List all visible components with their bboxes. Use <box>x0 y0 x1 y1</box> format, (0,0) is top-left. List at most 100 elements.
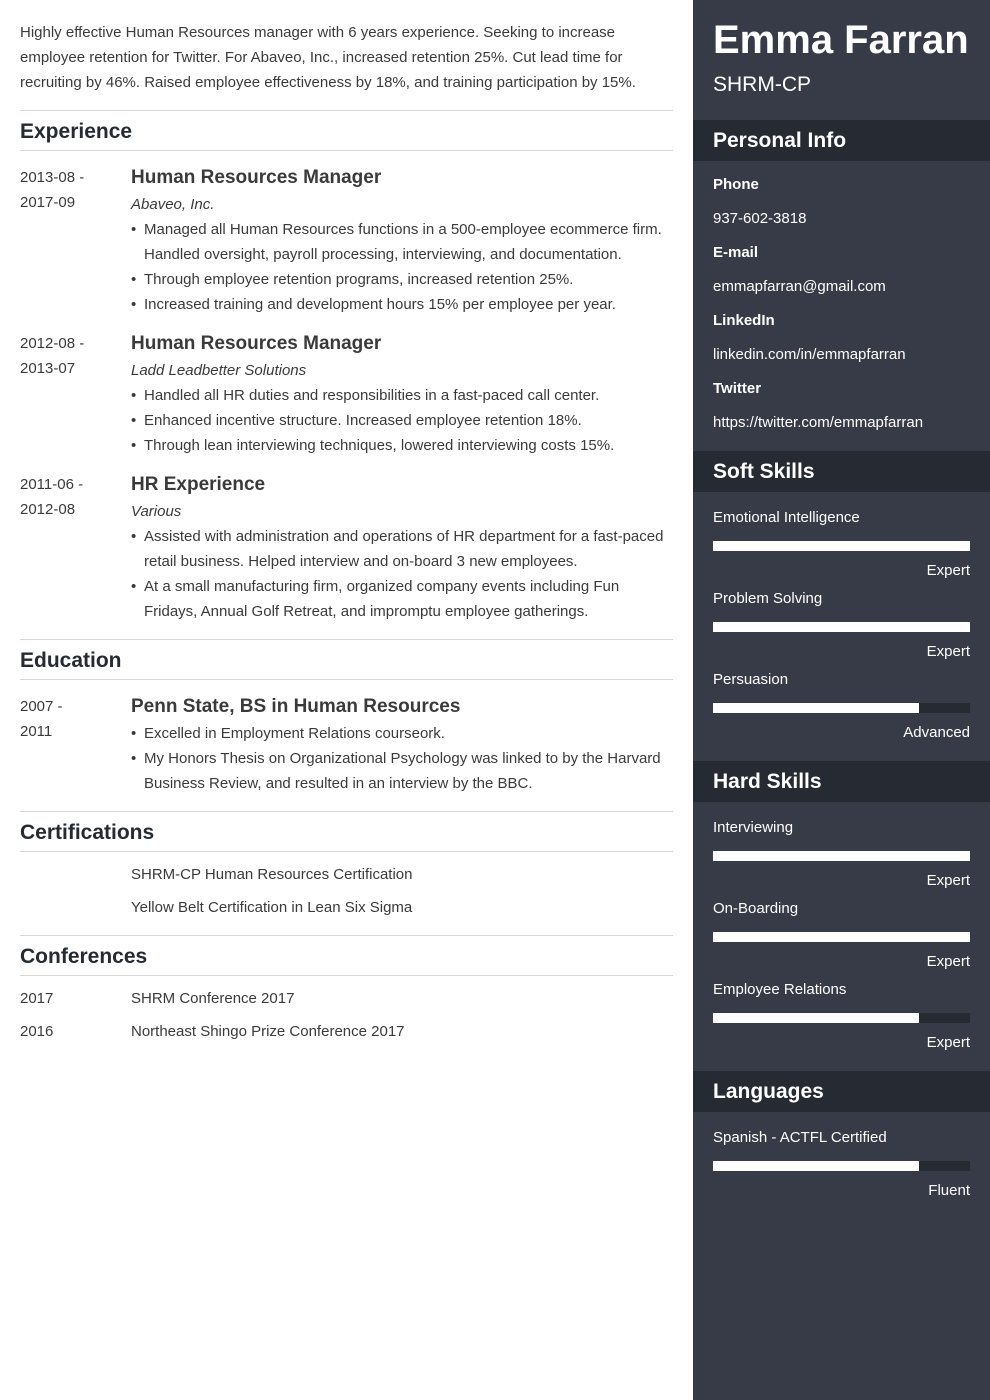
section-title-experience: Experience <box>20 111 673 151</box>
bullet-item: My Honors Thesis on Organizational Psych… <box>131 746 673 796</box>
info-label-twitter: Twitter <box>713 380 762 397</box>
skill-name: Employee Relations <box>713 981 847 998</box>
candidate-name: Emma Farran <box>713 18 969 62</box>
info-value-phone: 937-602-3818 <box>713 210 807 227</box>
section-title-soft-skills: Soft Skills <box>693 451 990 492</box>
info-value-email: emmapfarran@gmail.com <box>713 278 886 295</box>
skill-item: Problem Solving Expert <box>713 587 970 664</box>
experience-entry: 2011-06 - 2012-08 HR Experience Various Assi… <box>20 472 673 624</box>
entry-date: 2011-06 - 2012-08 <box>20 472 131 624</box>
bullet-item: Enhanced incentive structure. Increased … <box>131 408 673 433</box>
personal-info-section: Personal Info Phone 937-602-3818 E-mail emm… <box>693 120 990 451</box>
skill-level-label: Expert <box>926 562 970 579</box>
entry-bullets: Assisted with administration and operati… <box>131 524 673 624</box>
section-title-hard-skills: Hard Skills <box>693 761 990 802</box>
skill-level-label: Expert <box>926 643 970 660</box>
soft-skills-section: Soft Skills Emotional Intelligence Expert… <box>693 451 990 761</box>
personal-info-list: Phone 937-602-3818 E-mail emmapfarran@gmail… <box>693 161 990 451</box>
skill-level-label: Fluent <box>928 1182 970 1199</box>
skill-name: Problem Solving <box>713 590 823 607</box>
entry-bullets: Managed all Human Resources functions in… <box>131 217 673 317</box>
conference-name: Northeast Shingo Prize Conference 2017 <box>131 1023 405 1040</box>
skill-level-fill <box>713 703 919 713</box>
certification-item: SHRM-CP Human Resources Certification <box>20 862 673 887</box>
skill-name: Emotional Intelligence <box>713 509 860 526</box>
entry-body: HR Experience Various Assisted with admini… <box>131 472 673 624</box>
entry-date: 2012-08 - 2013-07 <box>20 331 131 458</box>
conference-year: 2016 <box>20 1023 54 1040</box>
experience-entry: 2013-08 - 2017-09 Human Resources Manager A… <box>20 165 673 317</box>
certification-item: Yellow Belt Certification in Lean Six Si… <box>20 895 673 920</box>
skill-level-fill <box>713 851 970 861</box>
languages-list: Spanish - ACTFL Certified Fluent <box>693 1112 990 1219</box>
section-title-conferences: Conferences <box>20 936 673 976</box>
entry-title: Human Resources Manager <box>131 167 382 188</box>
date-end: 2011 <box>20 723 53 740</box>
certification-name: Yellow Belt Certification in Lean Six Si… <box>131 899 413 916</box>
conference-year: 2017 <box>20 990 54 1007</box>
entry-title: Penn State, BS in Human Resources <box>131 696 461 717</box>
bullet-item: Excelled in Employment Relations courseo… <box>131 721 673 746</box>
hard-skills-section: Hard Skills Interviewing Expert On-Boardin… <box>693 761 990 1071</box>
skill-level-bar <box>713 541 970 551</box>
skill-name: Persuasion <box>713 671 789 688</box>
experience-section: Experience 2013-08 - 2017-09 Human Resourc… <box>20 111 673 640</box>
entry-title: Human Resources Manager <box>131 333 382 354</box>
bullet-item: Increased training and development hours… <box>131 292 673 317</box>
conference-item: 2016 Northeast Shingo Prize Conference 20… <box>20 1019 673 1044</box>
entry-organization: Abaveo, Inc. <box>131 196 215 213</box>
education-section: Education 2007 - 2011 Penn State, BS in Hu… <box>20 640 673 812</box>
skill-level-label: Advanced <box>903 724 970 741</box>
date-start: 2013-08 - <box>20 169 85 186</box>
section-title-education: Education <box>20 640 673 680</box>
education-list: 2007 - 2011 Penn State, BS in Human Resour… <box>20 694 673 796</box>
skill-level-label: Expert <box>926 1034 970 1051</box>
skill-level-label: Expert <box>926 872 970 889</box>
hard-skills-list: Interviewing Expert On-Boarding Expert Emplo… <box>693 802 990 1071</box>
skill-name: Spanish - ACTFL Certified <box>713 1129 887 1146</box>
skill-level-bar <box>713 1161 970 1171</box>
bullet-item: Through lean interviewing techniques, lo… <box>131 433 673 458</box>
section-title-personal-info: Personal Info <box>693 120 990 161</box>
date-end: 2017-09 <box>20 194 76 211</box>
conferences-list: 2017 SHRM Conference 2017 2016 Northeast Sh… <box>20 986 673 1044</box>
profile-header: Emma Farran SHRM-CP <box>693 0 990 120</box>
certifications-section: Certifications SHRM-CP Human Resources C… <box>20 812 673 936</box>
entry-bullets: Handled all HR duties and responsibiliti… <box>131 383 673 458</box>
entry-date: 2013-08 - 2017-09 <box>20 165 131 317</box>
date-end: 2012-08 <box>20 501 76 518</box>
skill-level-bar <box>713 851 970 861</box>
skill-level-bar <box>713 622 970 632</box>
entry-organization: Ladd Leadbetter Solutions <box>131 362 307 379</box>
experience-list: 2013-08 - 2017-09 Human Resources Manager A… <box>20 165 673 624</box>
soft-skills-list: Emotional Intelligence Expert Problem Solv… <box>693 492 990 761</box>
languages-section: Languages Spanish - ACTFL Certified Fluen… <box>693 1071 990 1219</box>
date-start: 2012-08 - <box>20 335 85 352</box>
summary: Highly effective Human Resources manager… <box>20 20 673 111</box>
bullet-item: Through employee retention programs, inc… <box>131 267 673 292</box>
conferences-section: Conferences 2017 SHRM Conference 2017 2016… <box>20 936 673 1059</box>
certification-name: SHRM-CP Human Resources Certification <box>131 866 413 883</box>
skill-level-fill <box>713 1013 919 1023</box>
skill-level-label: Expert <box>926 953 970 970</box>
info-label-phone: Phone <box>713 176 759 193</box>
conference-name: SHRM Conference 2017 <box>131 990 295 1007</box>
certification-date-spacer <box>20 862 131 887</box>
entry-bullets: Excelled in Employment Relations courseo… <box>131 721 673 796</box>
entry-date: 2007 - 2011 <box>20 694 131 796</box>
date-start: 2011-06 - <box>20 476 84 493</box>
experience-entry: 2012-08 - 2013-07 Human Resources Manager L… <box>20 331 673 458</box>
skill-level-bar <box>713 932 970 942</box>
skill-level-fill <box>713 1161 919 1171</box>
entry-title: HR Experience <box>131 474 266 495</box>
skill-level-bar <box>713 703 970 713</box>
skill-item: Interviewing Expert <box>713 816 970 893</box>
skill-name: On-Boarding <box>713 900 799 917</box>
bullet-item: Managed all Human Resources functions in… <box>131 217 673 267</box>
skill-item: Spanish - ACTFL Certified Fluent <box>713 1126 970 1203</box>
entry-body: Penn State, BS in Human Resources Excelle… <box>131 694 673 796</box>
skill-item: On-Boarding Expert <box>713 897 970 974</box>
bullet-item: Handled all HR duties and responsibiliti… <box>131 383 673 408</box>
skill-level-fill <box>713 622 970 632</box>
info-value-twitter: https://twitter.com/emmapfarran <box>713 414 924 431</box>
